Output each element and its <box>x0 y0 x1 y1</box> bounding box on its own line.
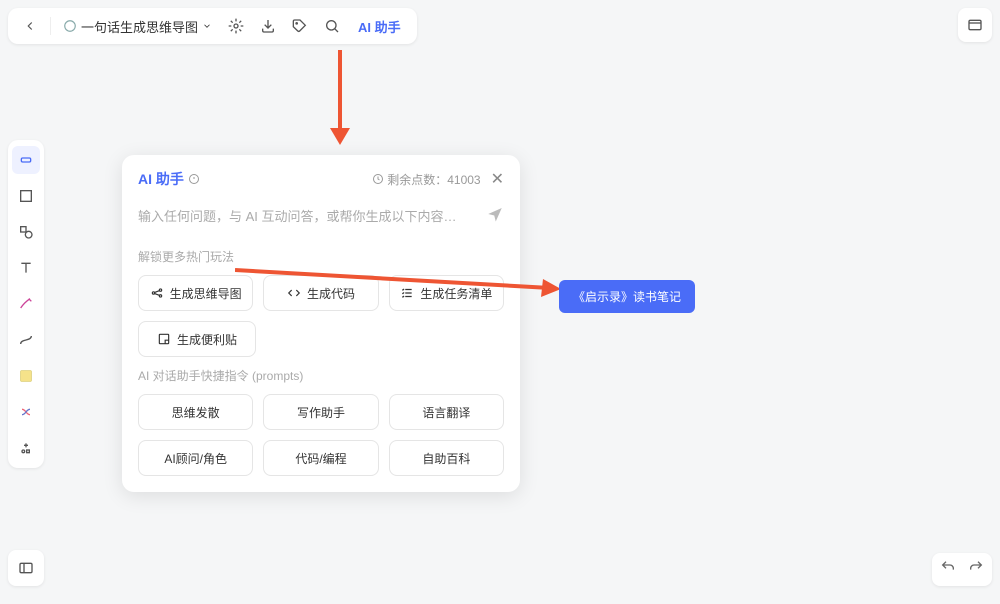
ai-assistant-panel: AI 助手 剩余点数：41003 ✕ 解锁更多热门玩法 生成思维导图 生成代码 … <box>122 155 520 492</box>
mindmap-tool[interactable] <box>12 398 40 426</box>
red-arrow-down <box>320 50 360 150</box>
pen-tool[interactable] <box>12 290 40 318</box>
generate-tasklist-button[interactable]: 生成任务清单 <box>389 275 504 311</box>
document-title[interactable]: 一句话生成思维导图 <box>59 17 216 36</box>
document-title-text: 一句话生成思维导图 <box>81 17 198 36</box>
search-icon[interactable] <box>320 14 344 38</box>
ai-input-row <box>138 197 504 242</box>
export-icon[interactable] <box>256 14 280 38</box>
writing-assistant-button[interactable]: 写作助手 <box>263 394 378 430</box>
mindmap-root-node[interactable]: 《启示录》读书笔记 <box>559 280 695 313</box>
node-tool[interactable] <box>12 146 40 174</box>
undo-button[interactable] <box>940 559 956 580</box>
top-toolbar: 一句话生成思维导图 AI 助手 <box>8 8 417 44</box>
generate-sticky-button[interactable]: 生成便利贴 <box>138 321 256 357</box>
code-programming-button[interactable]: 代码/编程 <box>263 440 378 476</box>
text-tool[interactable] <box>12 254 40 282</box>
brainstorm-button[interactable]: 思维发散 <box>138 394 253 430</box>
send-icon[interactable] <box>486 205 504 228</box>
popular-row-2: 生成便利贴 <box>138 321 504 357</box>
ai-panel-meta: 剩余点数：41003 ✕ <box>372 169 504 189</box>
redo-button[interactable] <box>968 559 984 580</box>
generate-code-button[interactable]: 生成代码 <box>263 275 378 311</box>
back-button[interactable] <box>18 14 42 38</box>
section-popular: 解锁更多热门玩法 <box>138 248 504 265</box>
undo-redo-toolbar <box>932 553 992 586</box>
ai-assistant-label[interactable]: AI 助手 <box>352 17 407 36</box>
translation-button[interactable]: 语言翻译 <box>389 394 504 430</box>
connector-tool[interactable] <box>12 326 40 354</box>
tag-icon[interactable] <box>288 14 312 38</box>
prompts-row-2: AI顾问/角色 代码/编程 自助百科 <box>138 440 504 476</box>
points-remaining: 剩余点数：41003 <box>387 171 480 188</box>
more-tools[interactable] <box>12 434 40 462</box>
popular-row-1: 生成思维导图 生成代码 生成任务清单 <box>138 275 504 311</box>
sticky-note-tool[interactable] <box>12 362 40 390</box>
ai-panel-title: AI 助手 <box>138 169 200 189</box>
frame-tool[interactable] <box>12 182 40 210</box>
bottom-left-button[interactable] <box>8 550 44 586</box>
ai-consultant-button[interactable]: AI顾问/角色 <box>138 440 253 476</box>
tools-sidebar <box>8 140 44 468</box>
generate-mindmap-button[interactable]: 生成思维导图 <box>138 275 253 311</box>
divider <box>50 17 51 35</box>
settings-icon[interactable] <box>224 14 248 38</box>
ai-prompt-input[interactable] <box>138 209 486 224</box>
shape-tool[interactable] <box>12 218 40 246</box>
ai-panel-header: AI 助手 剩余点数：41003 ✕ <box>138 169 504 189</box>
section-prompts: AI 对话助手快捷指令 (prompts) <box>138 367 504 384</box>
prompts-row-1: 思维发散 写作助手 语言翻译 <box>138 394 504 430</box>
right-panel-toggle[interactable] <box>958 8 992 42</box>
self-help-wiki-button[interactable]: 自助百科 <box>389 440 504 476</box>
close-icon[interactable]: ✕ <box>491 169 504 189</box>
